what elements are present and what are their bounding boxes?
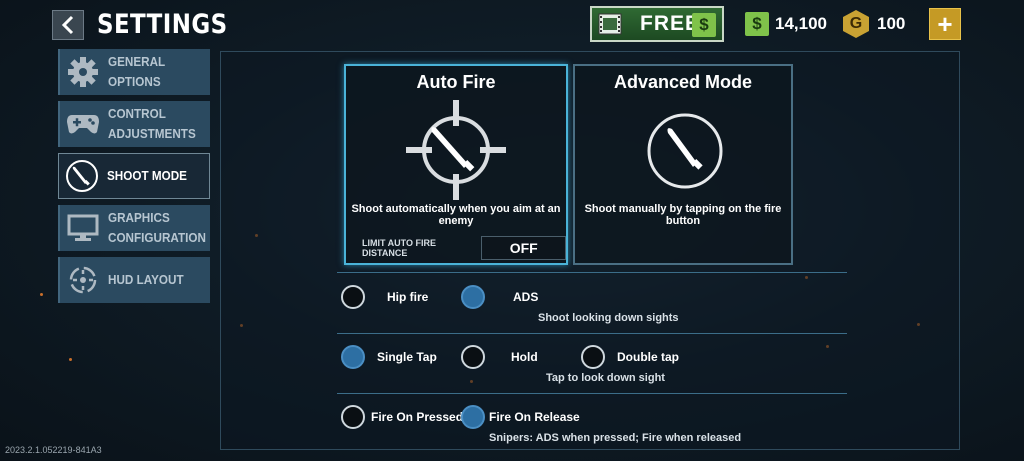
chevron-left-icon [61, 15, 74, 35]
hip-fire-option[interactable]: Hip fire [341, 285, 428, 309]
sidebar-item-label: GRAPHICS CONFIGURATION [108, 210, 206, 245]
option-label: Hold [511, 350, 538, 364]
back-button[interactable] [52, 10, 84, 40]
fire-hint: Snipers: ADS when pressed; Fire when rel… [489, 432, 742, 444]
radio-button[interactable] [341, 285, 365, 309]
option-label: Hip fire [387, 290, 429, 304]
cash-icon: $ [745, 12, 769, 36]
limit-auto-fire-toggle[interactable]: OFF [481, 236, 566, 260]
cash-balance: $ 14,100 [745, 12, 827, 36]
mode-title: Advanced Mode [613, 72, 753, 92]
version-label: 2023.2.1.052219-841A3 [5, 445, 102, 455]
add-currency-button[interactable]: + [929, 8, 961, 40]
sidebar-item-graphics-configuration[interactable]: GRAPHICS CONFIGURATION [58, 205, 210, 251]
gold-amount: 100 [877, 14, 906, 33]
sidebar-item-label: HUD LAYOUT [108, 272, 184, 287]
option-label: ADS [513, 290, 539, 304]
free-label: FREE [640, 12, 701, 35]
limit-auto-fire-label: LIMIT AUTO FIRE DISTANCE [362, 238, 436, 258]
cash-icon: $ [692, 13, 716, 37]
mode-description: Shoot automatically when you aim at an e… [351, 203, 561, 227]
option-label: Fire On Release [489, 410, 580, 424]
bullet-icon [65, 159, 99, 193]
divider [337, 272, 847, 273]
radio-button[interactable] [341, 405, 365, 429]
fire-on-pressed-option[interactable]: Fire On Pressed [341, 405, 463, 429]
bullet-icon [647, 113, 723, 189]
sidebar-item-shoot-mode[interactable]: SHOOT MODE [58, 153, 210, 199]
option-label: Fire On Pressed [371, 410, 464, 424]
radio-button[interactable] [461, 285, 485, 309]
radio-button[interactable] [461, 345, 485, 369]
ads-option[interactable]: ADS [461, 285, 538, 309]
sidebar-item-control-adjustments[interactable]: CONTROL ADJUSTMENTS [58, 101, 210, 147]
advanced-mode-card[interactable]: Advanced Mode Shoot manually by tapping … [573, 64, 793, 265]
tap-hint: Tap to look down sight [546, 372, 665, 384]
sidebar-item-hud-layout[interactable]: HUD LAYOUT [58, 257, 210, 303]
top-bar: SETTINGS FREE $ $ 14,100 G 100 + [0, 0, 1024, 50]
ember-decoration [69, 358, 72, 361]
gear-icon [66, 55, 100, 89]
divider [337, 393, 847, 394]
radio-button[interactable] [461, 405, 485, 429]
hold-option[interactable]: Hold [461, 345, 538, 369]
cash-amount: 14,100 [775, 14, 827, 33]
sidebar-item-label: GENERAL OPTIONS [108, 54, 165, 89]
crosshair-bullet-icon [406, 100, 506, 200]
sidebar-item-label: CONTROL ADJUSTMENTS [108, 106, 196, 141]
auto-fire-card[interactable]: Auto Fire Shoot automatically when you a… [344, 64, 568, 265]
mode-description: Shoot manually by tapping on the fire bu… [584, 203, 782, 227]
hud-icon [66, 263, 100, 297]
divider [337, 333, 847, 334]
radio-button[interactable] [581, 345, 605, 369]
radio-button[interactable] [341, 345, 365, 369]
monitor-icon [66, 211, 100, 245]
ember-decoration [40, 293, 43, 296]
gold-coin-icon: G [843, 10, 869, 38]
double-tap-option[interactable]: Double tap [581, 345, 679, 369]
film-icon [598, 13, 622, 35]
page-title: SETTINGS [97, 9, 228, 40]
option-label: Single Tap [377, 350, 437, 364]
sidebar-item-general-options[interactable]: GENERAL OPTIONS [58, 49, 210, 95]
gamepad-icon [66, 107, 100, 141]
sidebar-item-label: SHOOT MODE [107, 168, 187, 183]
option-label: Double tap [617, 350, 679, 364]
mode-title: Auto Fire [416, 72, 496, 92]
gold-balance: G 100 [843, 10, 905, 38]
limit-auto-fire-row: LIMIT AUTO FIRE DISTANCE OFF [362, 236, 566, 260]
aim-hint: Shoot looking down sights [538, 312, 679, 324]
fire-on-release-option[interactable]: Fire On Release [461, 405, 580, 429]
single-tap-option[interactable]: Single Tap [341, 345, 437, 369]
free-cash-button[interactable]: FREE $ [590, 6, 724, 42]
